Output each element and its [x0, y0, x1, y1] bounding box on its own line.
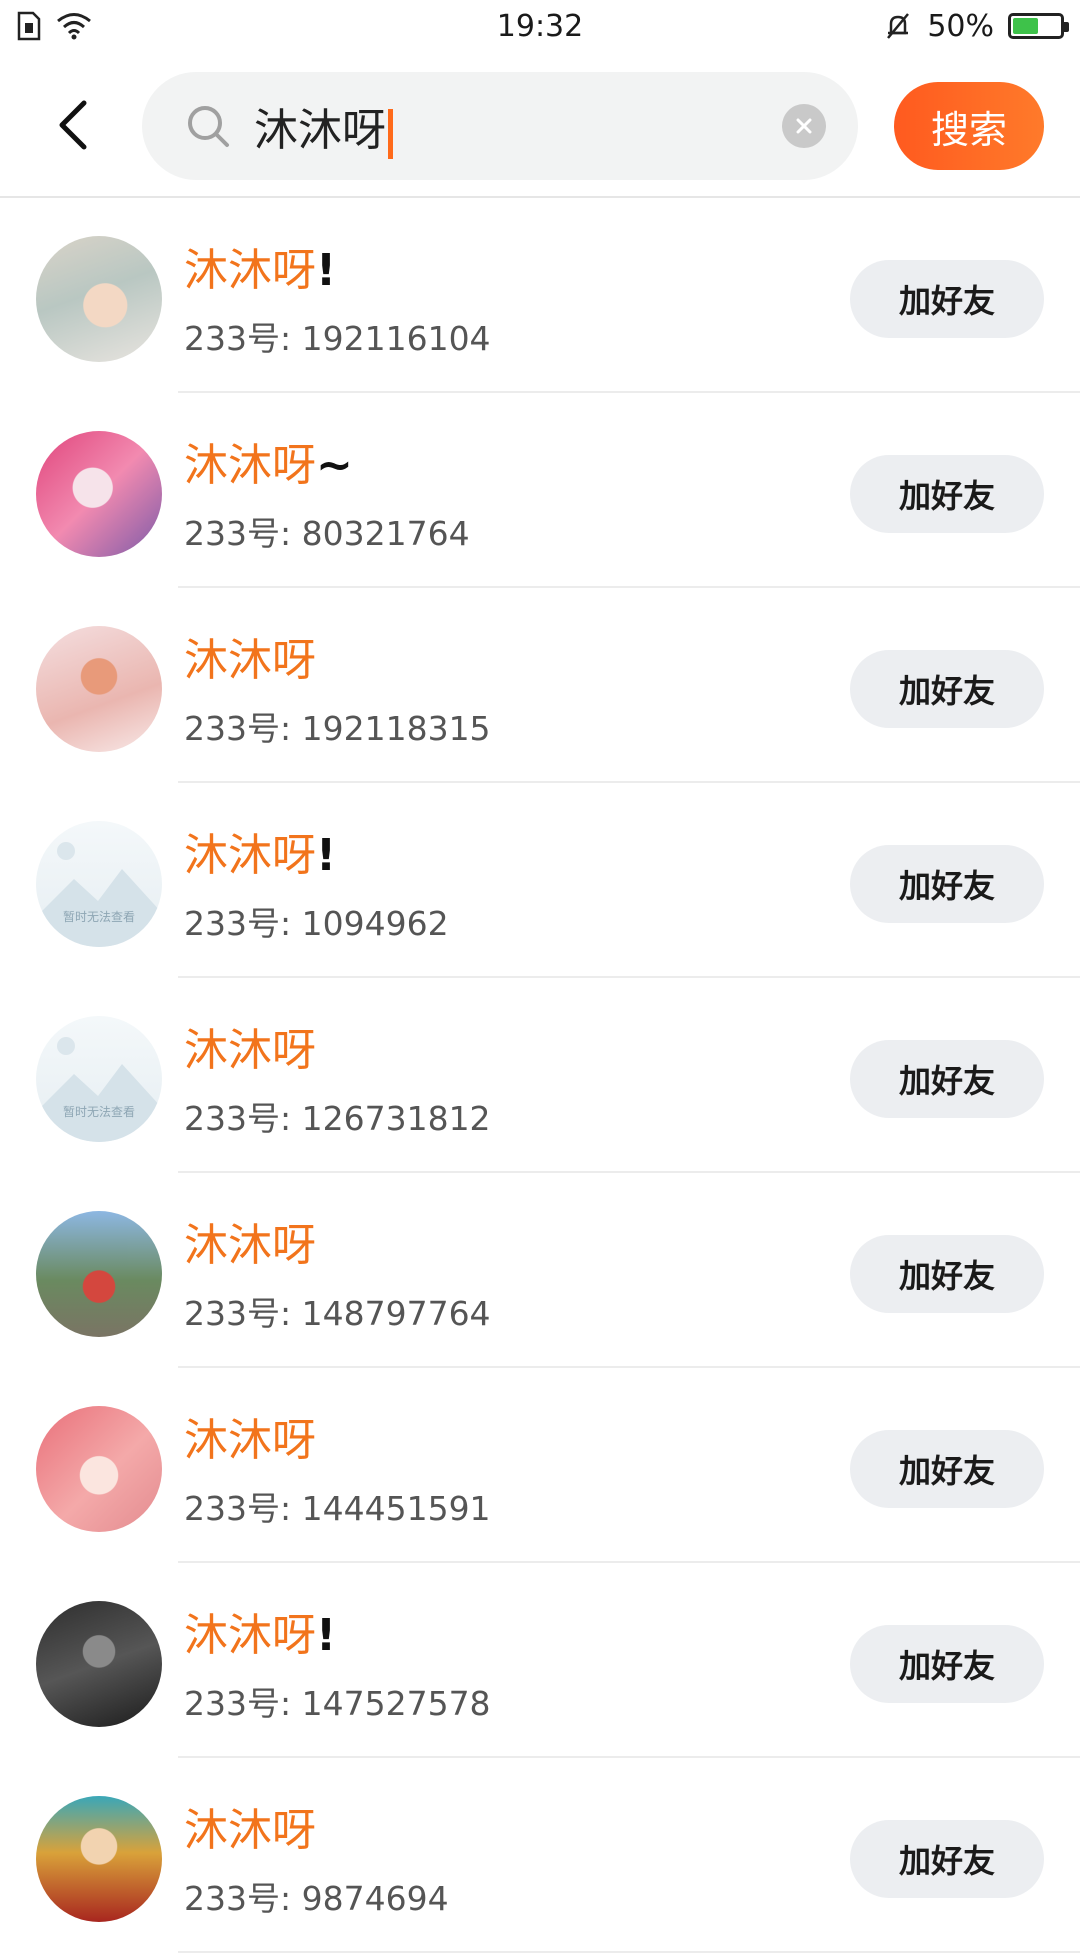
add-friend-button[interactable]: 加好友 — [850, 1430, 1044, 1508]
list-item[interactable]: 沐沐呀 233号: 144451591 加好友 — [0, 1368, 1080, 1563]
add-friend-button[interactable]: 加好友 — [850, 845, 1044, 923]
add-friend-button[interactable]: 加好友 — [850, 455, 1044, 533]
search-header: 沐沐呀 搜索 — [0, 52, 1080, 198]
close-icon — [796, 118, 812, 134]
list-item[interactable]: 沐沐呀 233号: 9874694 加好友 — [0, 1758, 1080, 1953]
user-name-match: 沐沐呀 — [184, 1805, 316, 1856]
user-name-suffix: ! — [316, 830, 337, 881]
user-name: 沐沐呀! — [184, 819, 336, 883]
user-id: 233号: 192116104 — [184, 319, 491, 358]
list-item[interactable]: 沐沐呀! 233号: 147527578 加好友 — [0, 1563, 1080, 1758]
avatar[interactable] — [36, 1601, 162, 1727]
add-friend-button[interactable]: 加好友 — [850, 260, 1044, 338]
user-id: 233号: 126731812 — [184, 1099, 491, 1138]
search-icon — [188, 106, 229, 147]
user-name-match: 沐沐呀 — [184, 1025, 316, 1076]
user-name: 沐沐呀 — [184, 1404, 316, 1468]
user-name: 沐沐呀! — [184, 1599, 336, 1663]
search-query[interactable]: 沐沐呀 — [254, 94, 393, 159]
status-time: 19:32 — [496, 8, 584, 44]
user-name-match: 沐沐呀 — [184, 1610, 316, 1661]
user-name-suffix: ! — [316, 245, 337, 296]
search-input[interactable]: 沐沐呀 — [142, 72, 858, 180]
user-name: 沐沐呀 — [184, 1794, 316, 1858]
clear-search-button[interactable] — [782, 104, 826, 148]
user-name: 沐沐呀 — [184, 624, 316, 688]
search-results-list: 沐沐呀! 233号: 192116104 加好友 沐沐呀~ 233号: 80321764… — [0, 198, 1080, 1953]
user-name: 沐沐呀 — [184, 1209, 316, 1273]
add-friend-button[interactable]: 加好友 — [850, 1235, 1044, 1313]
user-id: 233号: 144451591 — [184, 1489, 491, 1528]
user-name-suffix: ~ — [316, 440, 353, 491]
list-item[interactable]: 暂时无法查看 沐沐呀! 233号: 1094962 加好友 — [0, 783, 1080, 978]
avatar[interactable] — [36, 1406, 162, 1532]
avatar[interactable] — [36, 1796, 162, 1922]
add-friend-button[interactable]: 加好友 — [850, 650, 1044, 728]
status-bar: 19:32 50% — [0, 0, 1080, 52]
user-name-match: 沐沐呀 — [184, 635, 316, 686]
battery-icon — [1008, 13, 1069, 39]
user-id: 233号: 147527578 — [184, 1684, 491, 1723]
user-id: 233号: 148797764 — [184, 1294, 491, 1333]
avatar-placeholder-text: 暂时无法查看 — [62, 910, 135, 924]
user-name: 沐沐呀~ — [184, 429, 353, 493]
image-placeholder-icon — [36, 1037, 162, 1142]
user-id: 233号: 192118315 — [184, 709, 491, 748]
user-id: 233号: 80321764 — [184, 514, 470, 553]
user-name-match: 沐沐呀 — [184, 245, 316, 296]
back-button[interactable] — [48, 96, 98, 154]
image-placeholder-icon — [36, 842, 162, 947]
avatar[interactable]: 暂时无法查看 — [36, 821, 162, 947]
avatar[interactable] — [36, 626, 162, 752]
user-name-match: 沐沐呀 — [184, 440, 316, 491]
avatar[interactable] — [36, 1211, 162, 1337]
avatar-placeholder-text: 暂时无法查看 — [62, 1105, 135, 1119]
chevron-left-icon — [59, 100, 87, 150]
avatar[interactable]: 暂时无法查看 — [36, 1016, 162, 1142]
list-item[interactable]: 沐沐呀 233号: 192118315 加好友 — [0, 588, 1080, 783]
avatar[interactable] — [36, 236, 162, 362]
user-id: 233号: 1094962 — [184, 904, 449, 943]
add-friend-button[interactable]: 加好友 — [850, 1625, 1044, 1703]
user-name: 沐沐呀! — [184, 234, 336, 298]
avatar[interactable] — [36, 431, 162, 557]
user-name-match: 沐沐呀 — [184, 1220, 316, 1271]
add-friend-button[interactable]: 加好友 — [850, 1040, 1044, 1118]
user-name: 沐沐呀 — [184, 1014, 316, 1078]
search-button[interactable]: 搜索 — [894, 82, 1044, 170]
user-name-match: 沐沐呀 — [184, 830, 316, 881]
list-item[interactable]: 沐沐呀! 233号: 192116104 加好友 — [0, 198, 1080, 393]
text-caret — [388, 108, 393, 159]
list-item[interactable]: 沐沐呀 233号: 148797764 加好友 — [0, 1173, 1080, 1368]
user-id: 233号: 9874694 — [184, 1879, 449, 1918]
add-friend-button[interactable]: 加好友 — [850, 1820, 1044, 1898]
user-name-suffix: ! — [316, 1610, 337, 1661]
list-item[interactable]: 沐沐呀~ 233号: 80321764 加好友 — [0, 393, 1080, 588]
list-item[interactable]: 暂时无法查看 沐沐呀 233号: 126731812 加好友 — [0, 978, 1080, 1173]
user-name-match: 沐沐呀 — [184, 1415, 316, 1466]
search-query-text: 沐沐呀 — [254, 105, 386, 156]
